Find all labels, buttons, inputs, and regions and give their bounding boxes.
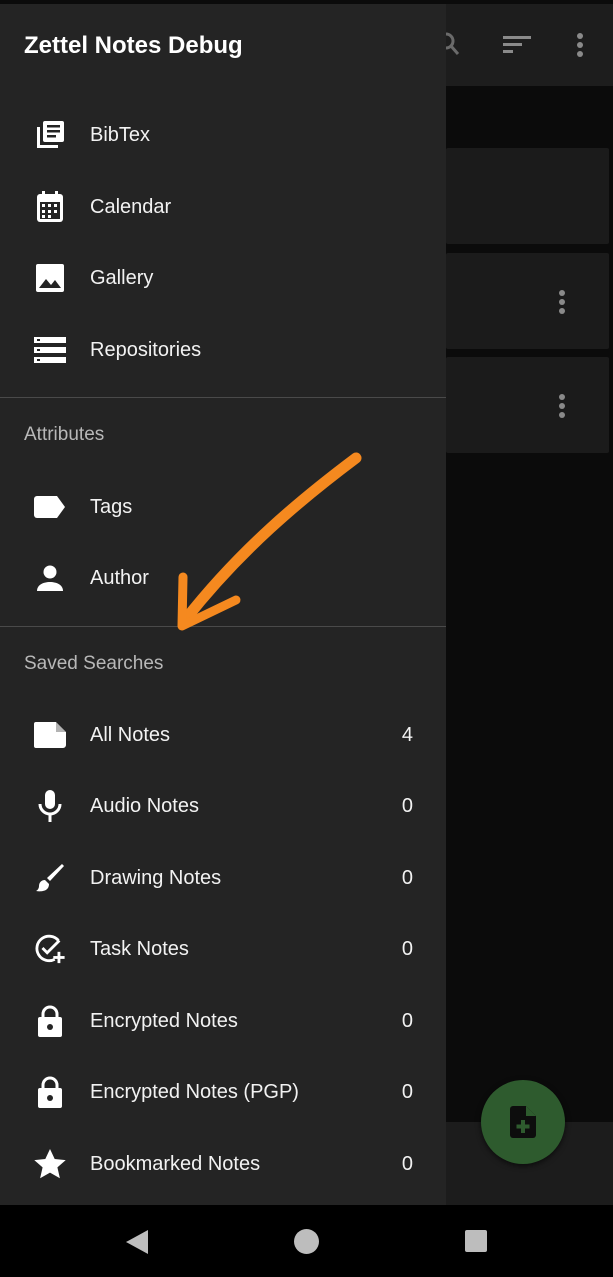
new-note-fab[interactable]: [481, 1080, 565, 1164]
storage-icon: [34, 334, 66, 366]
attributes-header: Attributes: [24, 424, 105, 445]
lock-icon: [34, 1005, 66, 1037]
drawer-item-tags[interactable]: Tags: [0, 477, 446, 537]
divider: [0, 397, 446, 398]
saved-search-count: 0: [401, 794, 413, 817]
drawer-item-label: Calendar: [90, 195, 172, 218]
divider: [0, 626, 446, 627]
saved-search-label: Encrypted Notes: [90, 1009, 238, 1032]
saved-search-count: 4: [401, 723, 413, 746]
brush-icon: [34, 862, 66, 894]
more-vert-icon[interactable]: [576, 32, 584, 58]
drawer-item-label: Repositories: [90, 338, 202, 361]
library-books-icon: [34, 119, 66, 151]
sort-icon[interactable]: [503, 34, 531, 56]
recents-icon[interactable]: [465, 1230, 487, 1252]
back-icon[interactable]: [124, 1228, 150, 1256]
drawer-item-label: Author: [90, 566, 149, 589]
navigation-drawer: Zettel Notes Debug BibTex Calendar Galle…: [0, 4, 446, 1205]
drawer-item-bibtex[interactable]: BibTex: [0, 105, 446, 165]
note-card[interactable]: [446, 253, 609, 349]
person-icon: [34, 562, 66, 594]
label-icon: [34, 491, 66, 523]
drawer-item-calendar[interactable]: Calendar: [0, 177, 446, 237]
saved-search-count: 0: [401, 1152, 413, 1175]
task-add-icon: [34, 933, 66, 965]
drawer-item-author[interactable]: Author: [0, 548, 446, 608]
saved-search-label: All Notes: [90, 723, 171, 746]
more-vert-icon[interactable]: [558, 289, 566, 315]
note-icon: [34, 719, 66, 751]
saved-search-audio-notes[interactable]: Audio Notes 0: [0, 776, 446, 836]
saved-search-count: 0: [401, 937, 413, 960]
microphone-icon: [34, 790, 66, 822]
star-icon: [34, 1148, 66, 1180]
saved-search-label: Drawing Notes: [90, 866, 222, 889]
saved-search-label: Bookmarked Notes: [90, 1152, 261, 1175]
saved-search-count: 0: [401, 866, 413, 889]
drawer-item-label: BibTex: [90, 123, 151, 146]
drawer-item-label: Gallery: [90, 266, 154, 289]
saved-search-label: Audio Notes: [90, 794, 199, 817]
note-add-icon: [510, 1106, 536, 1138]
image-icon: [34, 262, 66, 294]
saved-search-encrypted-notes-pgp[interactable]: Encrypted Notes (PGP) 0: [0, 1062, 446, 1122]
note-card[interactable]: [446, 357, 609, 453]
drawer-item-gallery[interactable]: Gallery: [0, 248, 446, 308]
saved-search-encrypted-notes[interactable]: Encrypted Notes 0: [0, 991, 446, 1051]
saved-searches-header: Saved Searches: [24, 653, 164, 674]
saved-search-label: Encrypted Notes (PGP): [90, 1080, 299, 1103]
saved-search-count: 0: [401, 1080, 413, 1103]
drawer-item-label: Tags: [90, 495, 133, 518]
note-card[interactable]: [446, 148, 609, 244]
calendar-icon: [34, 191, 66, 223]
saved-search-all-notes[interactable]: All Notes 4: [0, 705, 446, 765]
saved-search-task-notes[interactable]: Task Notes 0: [0, 919, 446, 979]
more-vert-icon[interactable]: [558, 393, 566, 419]
home-icon[interactable]: [293, 1228, 320, 1255]
lock-icon: [34, 1076, 66, 1108]
drawer-item-repositories[interactable]: Repositories: [0, 320, 446, 380]
saved-search-drawing-notes[interactable]: Drawing Notes 0: [0, 848, 446, 908]
saved-search-label: Task Notes: [90, 937, 189, 960]
saved-search-bookmarked-notes[interactable]: Bookmarked Notes 0: [0, 1134, 446, 1194]
saved-search-count: 0: [401, 1009, 413, 1032]
drawer-title: Zettel Notes Debug: [24, 32, 243, 59]
